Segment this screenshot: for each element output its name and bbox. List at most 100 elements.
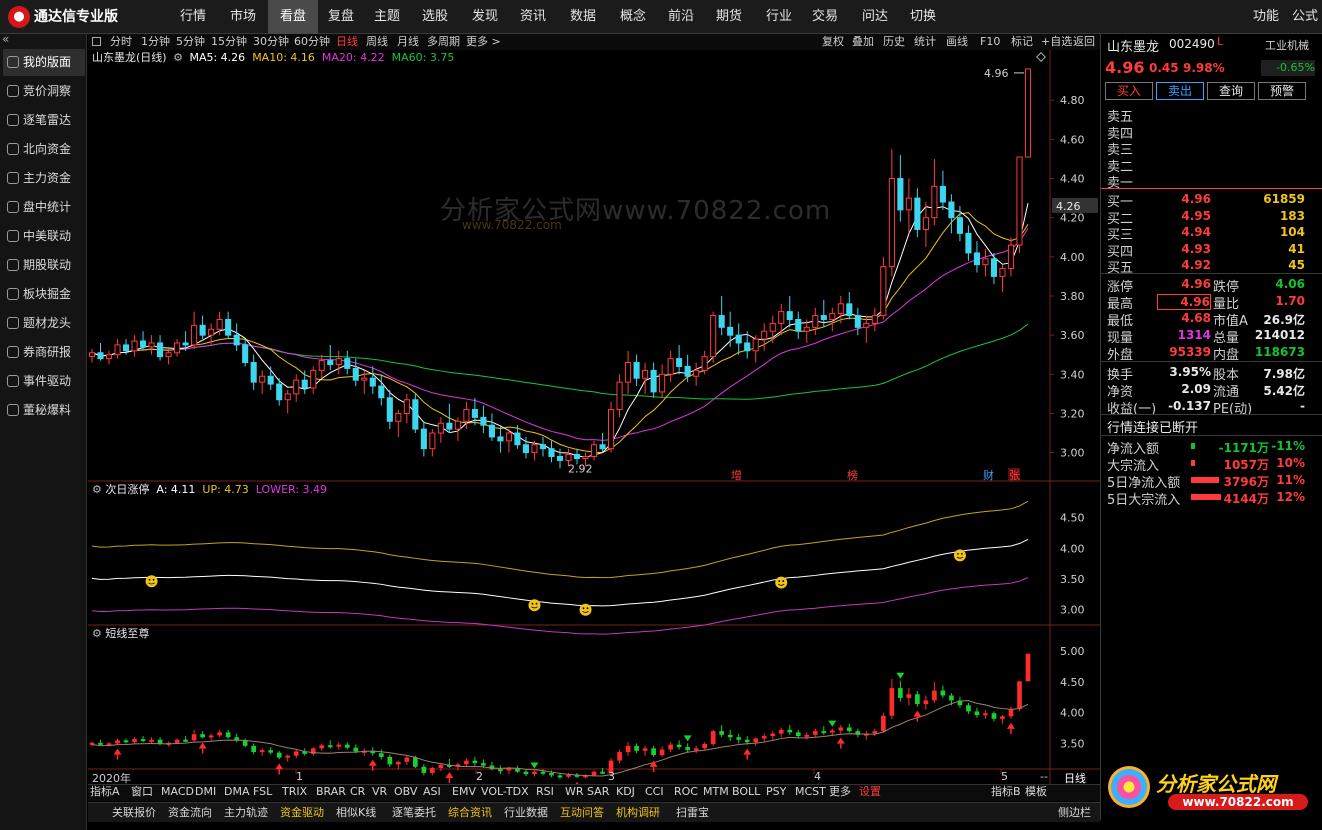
sidebar-item-4[interactable]: 主力资金 [3,165,85,192]
template-tab[interactable]: 模板 [1025,785,1047,799]
period-tab-1[interactable]: 1分钟 [141,34,170,50]
settings-gear-icon[interactable]: ⚙ [92,483,102,496]
sidebar-item-9[interactable]: 题材龙头 [3,310,85,337]
period-tab-6[interactable]: 日线 [336,34,358,50]
bottom-tab-9[interactable]: 机构调研 [616,805,660,821]
period-square-icon[interactable] [92,37,101,46]
bottom-tab-1[interactable]: 资金流向 [168,805,212,821]
period-tab-3[interactable]: 15分钟 [211,34,247,50]
top-menu-item-12[interactable]: 行业 [756,0,802,34]
bottom-tab-3[interactable]: 资金驱动 [280,805,324,821]
period-tab-10[interactable]: 更多 > [466,34,501,50]
toolbar-button-7[interactable]: +自选 [1041,34,1072,50]
bottom-tab-4[interactable]: 相似K线 [336,805,376,821]
indicator-tab-25[interactable]: 设置 [859,785,881,799]
function-menu[interactable]: 功能 [1248,0,1284,34]
top-menu-item-11[interactable]: 期货 [706,0,752,34]
buy-button[interactable]: 买入 [1105,82,1153,100]
toolbar-button-4[interactable]: 画线 [946,34,968,50]
indicator-b-tab[interactable]: 指标B [991,785,1021,799]
indicator-tab-17[interactable]: KDJ [616,785,635,799]
period-tab-2[interactable]: 5分钟 [176,34,205,50]
sidebar-item-3[interactable]: 北向资金 [3,136,85,163]
indicator-tab-4[interactable]: DMA [224,785,250,799]
sidebar-item-2[interactable]: 逐笔雷达 [3,107,85,134]
bottom-tab-8[interactable]: 互动问答 [560,805,604,821]
indicator-tab-18[interactable]: CCI [645,785,664,799]
sidebar-item-1[interactable]: 竞价洞察 [3,78,85,105]
toolbar-button-0[interactable]: 复权 [822,34,844,50]
formula-menu[interactable]: 公式 [1288,0,1322,34]
indicator-tab-19[interactable]: ROC [674,785,698,799]
period-tab-4[interactable]: 30分钟 [253,34,289,50]
top-menu-item-1[interactable]: 市场 [220,0,266,34]
sidebar-collapse-icon[interactable]: « [2,32,9,46]
top-menu-item-8[interactable]: 数据 [560,0,606,34]
indicator-tab-14[interactable]: RSI [536,785,554,799]
indicator-tab-21[interactable]: BOLL [732,785,760,799]
top-menu-item-3[interactable]: 复盘 [318,0,364,34]
sidebar-item-0[interactable]: 我的版面 [3,49,85,76]
indicator-tab-15[interactable]: WR [565,785,584,799]
sidebar-item-12[interactable]: 董秘爆料 [3,397,85,424]
top-menu-item-5[interactable]: 选股 [412,0,458,34]
indicator-tab-8[interactable]: CR [350,785,365,799]
settings-gear-icon[interactable]: ⚙ [92,627,102,640]
indicator-tab-5[interactable]: FSL [253,785,272,799]
toolbar-button-8[interactable]: 返回 [1073,34,1095,50]
top-menu-item-0[interactable]: 行情 [170,0,216,34]
top-menu-item-13[interactable]: 交易 [802,0,848,34]
indicator-tab-22[interactable]: PSY [766,785,786,799]
indicator-tab-16[interactable]: SAR [587,785,609,799]
period-tab-5[interactable]: 60分钟 [294,34,330,50]
axis-minus-button[interactable]: -- [1040,770,1048,783]
kline-chart-area[interactable]: 3.00 3.20 3.40 3.60 3.80 4.00 4.20 4.40 4.60 4.80… [88,50,1100,785]
sidebar-item-7[interactable]: 期股联动 [3,252,85,279]
indicator-tab-7[interactable]: BRAR [316,785,346,799]
indicator-tab-6[interactable]: TRIX [282,785,307,799]
indicator-tab-9[interactable]: VR [372,785,387,799]
period-tab-9[interactable]: 多周期 [427,34,460,50]
sidebar-item-6[interactable]: 中美联动 [3,223,85,250]
indicator-tab-13[interactable]: VOL-TDX [481,785,529,799]
period-tab-7[interactable]: 周线 [366,34,388,50]
toolbar-button-3[interactable]: 统计 [914,34,936,50]
indicator-tab-20[interactable]: MTM [703,785,729,799]
bottom-tab-10[interactable]: 扫雷宝 [676,805,709,821]
query-button[interactable]: 查询 [1207,82,1255,100]
indicator-tab-3[interactable]: DMI [195,785,216,799]
indicator-tab-2[interactable]: MACD [161,785,194,799]
top-menu-item-15[interactable]: 切换 [900,0,946,34]
top-menu-item-2[interactable]: 看盘 [268,0,318,34]
bottom-tab-6[interactable]: 综合资讯 [448,805,492,821]
top-menu-item-9[interactable]: 概念 [610,0,656,34]
period-tab-0[interactable]: 分时 [110,34,132,50]
bottom-tab-0[interactable]: 关联报价 [112,805,156,821]
toolbar-button-2[interactable]: 历史 [883,34,905,50]
bottom-tab-5[interactable]: 逐笔委托 [392,805,436,821]
period-tab-8[interactable]: 月线 [397,34,419,50]
indicator-tab-12[interactable]: EMV [452,785,476,799]
alert-button[interactable]: 预警 [1258,82,1306,100]
indicator-tab-10[interactable]: OBV [394,785,417,799]
toolbar-button-5[interactable]: F10 [980,34,1000,50]
sell-button[interactable]: 卖出 [1156,82,1204,100]
top-menu-item-4[interactable]: 主题 [364,0,410,34]
sidebar-item-11[interactable]: 事件驱动 [3,368,85,395]
settings-gear-icon[interactable]: ⚙ [173,51,183,64]
industry-name[interactable]: 工业机械 [1265,37,1309,53]
sidebar-item-10[interactable]: 券商研报 [3,339,85,366]
sidebar-item-5[interactable]: 盘中统计 [3,194,85,221]
toolbar-button-1[interactable]: 叠加 [852,34,874,50]
bottom-tab-7[interactable]: 行业数据 [504,805,548,821]
top-menu-item-10[interactable]: 前沿 [658,0,704,34]
bottom-tab-2[interactable]: 主力轨迹 [224,805,268,821]
indicator-tab-23[interactable]: MCST [795,785,826,799]
indicator-tab-0[interactable]: 指标A [90,785,120,799]
top-menu-item-6[interactable]: 发现 [462,0,508,34]
indicator-tab-1[interactable]: 窗口 [131,785,153,799]
top-menu-item-14[interactable]: 问达 [852,0,898,34]
toolbar-button-6[interactable]: 标记 [1011,34,1033,50]
top-menu-item-7[interactable]: 资讯 [510,0,556,34]
side-sidebar-button[interactable]: 侧边栏 [1058,805,1091,821]
